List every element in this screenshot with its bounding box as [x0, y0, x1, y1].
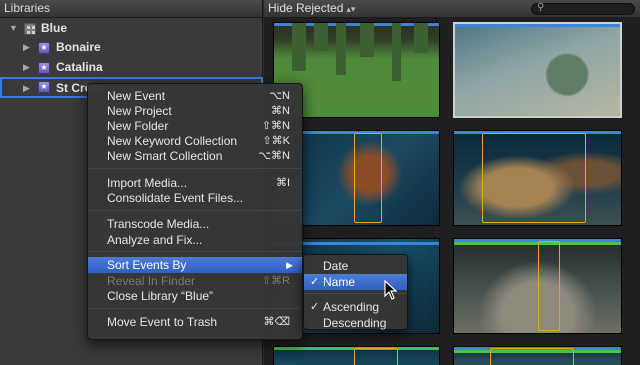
menu-item-label: Consolidate Event Files... [107, 191, 244, 205]
context-menu: New Event ⌥N New Project ⌘N New Folder ⇧… [87, 83, 303, 340]
menu-item-reveal-in-finder: Reveal In Finder ⇧⌘R [88, 273, 302, 289]
menu-item-label: New Folder [107, 119, 169, 133]
menu-item-label: New Project [107, 104, 172, 118]
menu-item-move-event-to-trash[interactable]: Move Event to Trash ⌘⌫ [88, 314, 302, 330]
menu-item-new-keyword-collection[interactable]: New Keyword Collection ⇧⌘K [88, 133, 302, 149]
shortcut: ⌥N [269, 90, 290, 102]
library-icon [24, 23, 36, 35]
range-selection[interactable] [482, 133, 586, 223]
menu-item-transcode-media[interactable]: Transcode Media... [88, 216, 302, 232]
menu-item-label: New Smart Collection [107, 149, 223, 163]
browser-header: Hide Rejected ▴▾ ⚲ [264, 0, 640, 18]
search-icon: ⚲ [537, 2, 545, 13]
menu-item-consolidate-event-files[interactable]: Consolidate Event Files... [88, 190, 302, 206]
checkmark-icon: ✓ [310, 276, 320, 288]
clip-thumbnail[interactable] [453, 22, 622, 118]
library-label: Blue [41, 21, 68, 35]
menu-item-label: Analyze and Fix... [107, 233, 203, 247]
menu-item-new-project[interactable]: New Project ⌘N [88, 103, 302, 119]
menu-item-new-event[interactable]: New Event ⌥N [88, 88, 302, 104]
event-label: Catalina [56, 60, 103, 74]
menu-separator [89, 308, 301, 309]
menu-item-label: Move Event to Trash [107, 315, 218, 329]
event-star-icon: ★ [38, 62, 50, 74]
disclosure-closed-icon[interactable]: ▶ [23, 58, 30, 77]
menu-item-analyze-and-fix[interactable]: Analyze and Fix... [88, 232, 302, 248]
range-selection[interactable] [354, 348, 398, 365]
popup-arrows-icon: ▴▾ [346, 4, 356, 14]
range-selection[interactable] [354, 133, 382, 223]
menu-item-label: Date [323, 259, 349, 273]
library-row-blue[interactable]: ▼ Blue [0, 19, 263, 38]
event-row-catalina[interactable]: ▶ ★ Catalina [0, 58, 263, 77]
menu-item-label: Transcode Media... [107, 217, 210, 231]
submenu-item-descending[interactable]: Descending [304, 315, 407, 331]
sidebar-header: Libraries [0, 0, 262, 18]
shortcut: ⇧⌘R [261, 275, 290, 287]
menu-item-label: Descending [323, 316, 387, 330]
menu-separator [89, 210, 301, 211]
search-field[interactable]: ⚲ [531, 2, 635, 15]
event-star-icon: ★ [38, 81, 50, 93]
clip-thumbnail[interactable] [273, 346, 440, 365]
menu-item-new-folder[interactable]: New Folder ⇧⌘N [88, 118, 302, 134]
shortcut: ⌥⌘N [258, 150, 290, 162]
menu-item-label: Reveal In Finder [107, 274, 196, 288]
submenu-item-ascending[interactable]: ✓ Ascending [304, 299, 407, 315]
menu-item-label: Close Library “Blue” [107, 289, 214, 303]
menu-item-label: Name [323, 275, 356, 289]
menu-item-label: Sort Events By [107, 258, 187, 272]
disclosure-open-icon[interactable]: ▼ [9, 19, 18, 38]
clip-thumbnail[interactable] [453, 130, 622, 226]
submenu-item-date[interactable]: Date [304, 258, 407, 274]
filter-label: Hide Rejected [268, 1, 344, 15]
submenu-arrow-icon: ▶ [286, 260, 293, 270]
menu-item-new-smart-collection[interactable]: New Smart Collection ⌥⌘N [88, 148, 302, 164]
clip-thumbnail[interactable] [453, 346, 622, 365]
shortcut: ⇧⌘K [262, 135, 290, 147]
range-selection[interactable] [490, 348, 574, 365]
range-selection[interactable] [538, 241, 560, 331]
menu-item-sort-events-by[interactable]: Sort Events By ▶ [88, 257, 302, 273]
checkmark-icon: ✓ [310, 301, 320, 313]
menu-item-import-media[interactable]: Import Media... ⌘I [88, 175, 302, 191]
menu-item-close-library[interactable]: Close Library “Blue” [88, 288, 302, 304]
clip-thumbnail[interactable] [453, 238, 622, 334]
shortcut: ⌘⌫ [263, 316, 290, 328]
clip-filter-popup[interactable]: Hide Rejected ▴▾ [268, 0, 355, 18]
mouse-pointer-icon [384, 280, 398, 300]
menu-item-label: Ascending [323, 300, 380, 314]
disclosure-closed-icon[interactable]: ▶ [23, 79, 30, 98]
menu-separator [89, 168, 301, 169]
menu-item-label: New Keyword Collection [107, 134, 238, 148]
disclosure-closed-icon[interactable]: ▶ [23, 38, 30, 57]
event-label: Bonaire [56, 40, 101, 54]
menu-item-label: New Event [107, 89, 166, 103]
shortcut: ⌘N [271, 105, 290, 117]
shortcut: ⇧⌘N [261, 120, 290, 132]
menu-item-label: Import Media... [107, 176, 188, 190]
menu-separator [89, 251, 301, 252]
event-row-bonaire[interactable]: ▶ ★ Bonaire [0, 38, 263, 57]
shortcut: ⌘I [275, 177, 290, 189]
event-star-icon: ★ [38, 42, 50, 54]
